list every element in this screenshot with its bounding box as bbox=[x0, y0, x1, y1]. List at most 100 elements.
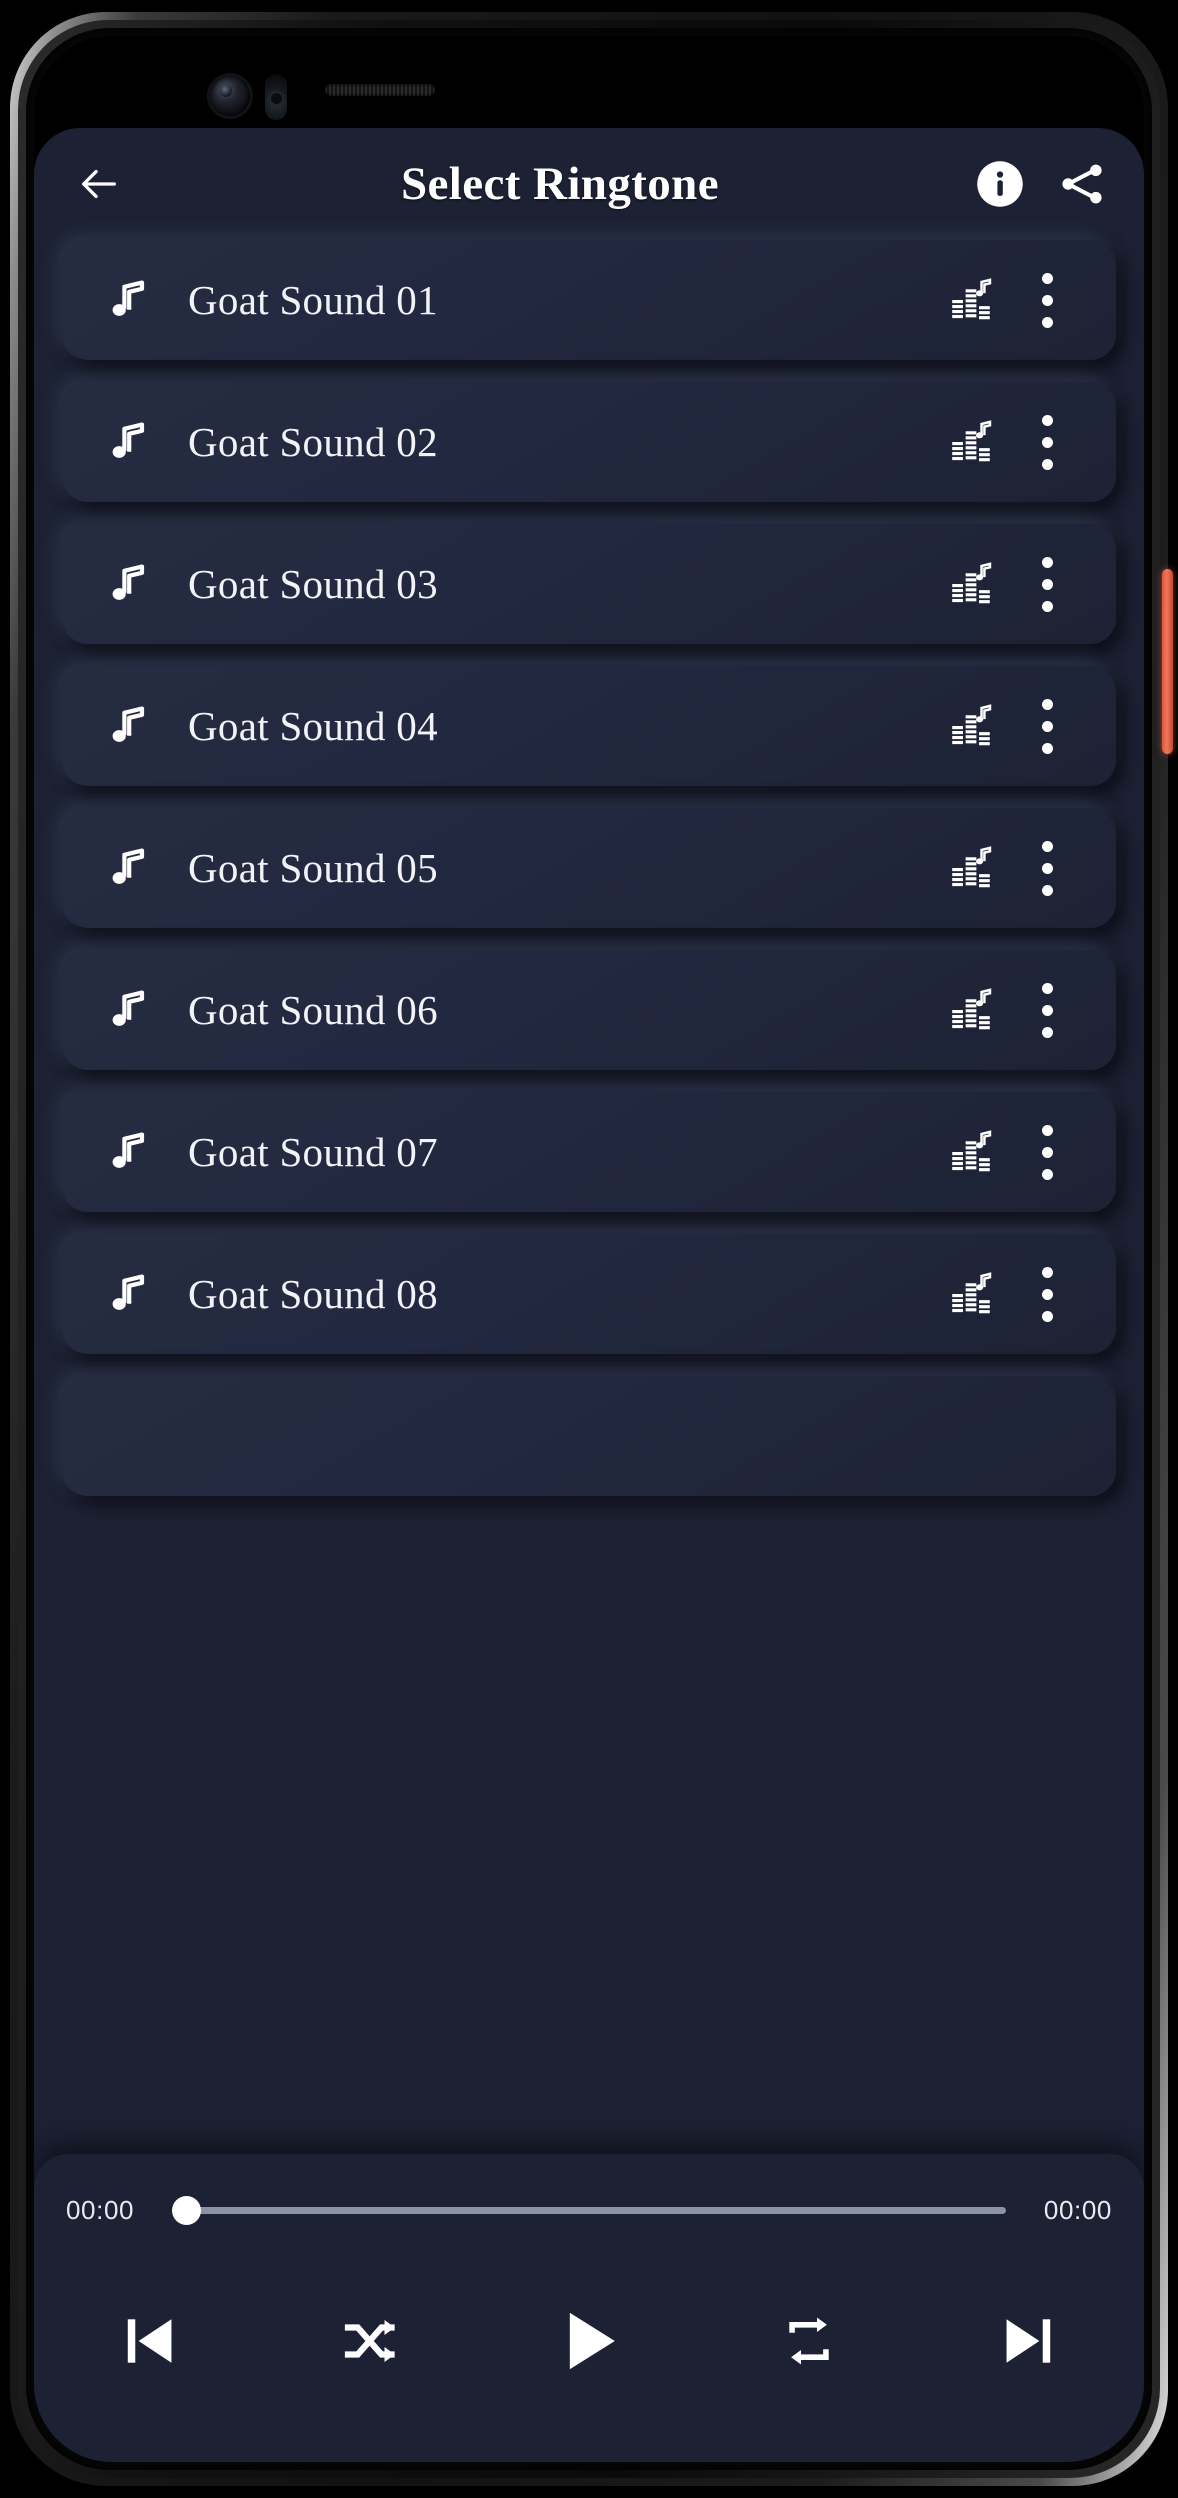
table-row[interactable]: Goat Sound 07 bbox=[62, 1092, 1116, 1212]
equalizer-button[interactable] bbox=[934, 1129, 1008, 1175]
equalizer-music-icon bbox=[952, 562, 992, 604]
music-note-cell bbox=[92, 1128, 164, 1176]
table-row[interactable] bbox=[62, 1376, 1116, 1496]
current-time-label: 00:00 bbox=[66, 2194, 135, 2225]
ringtone-title: Goat Sound 05 bbox=[188, 845, 438, 891]
row-overflow-menu-button[interactable] bbox=[1008, 1109, 1086, 1195]
table-row[interactable]: Goat Sound 01 bbox=[62, 240, 1116, 360]
more-vertical-icon bbox=[1041, 1168, 1053, 1180]
row-overflow-menu-button[interactable] bbox=[1008, 257, 1086, 343]
row-overflow-menu-button[interactable] bbox=[1008, 967, 1086, 1053]
equalizer-button[interactable] bbox=[934, 277, 1008, 323]
music-note-icon bbox=[112, 706, 145, 742]
more-vertical-icon bbox=[1041, 1310, 1053, 1322]
row-overflow-menu-button[interactable] bbox=[1008, 825, 1086, 911]
info-circle-icon bbox=[977, 161, 1023, 207]
music-note-icon bbox=[112, 990, 145, 1026]
ringtone-title: Goat Sound 08 bbox=[188, 1271, 438, 1317]
back-button[interactable] bbox=[68, 153, 130, 215]
row-overflow-menu-button[interactable] bbox=[1008, 1251, 1086, 1337]
equalizer-button[interactable] bbox=[934, 561, 1008, 607]
equalizer-button[interactable] bbox=[934, 1271, 1008, 1317]
skip-next-icon bbox=[1006, 2319, 1051, 2363]
more-vertical-icon bbox=[1041, 316, 1053, 328]
repeat-icon bbox=[788, 2317, 829, 2365]
music-note-icon bbox=[112, 1132, 145, 1168]
seek-track bbox=[172, 2206, 1006, 2214]
next-button[interactable] bbox=[970, 2283, 1086, 2399]
more-vertical-icon bbox=[1041, 862, 1053, 874]
more-vertical-icon bbox=[1041, 720, 1053, 732]
shuffle-icon bbox=[344, 2320, 395, 2362]
music-note-icon bbox=[112, 564, 145, 600]
ringtone-list: Goat Sound 01 Goat Sound 02 Goat Sound 0… bbox=[34, 240, 1144, 1496]
equalizer-music-icon bbox=[952, 420, 992, 462]
more-vertical-icon bbox=[1041, 414, 1053, 426]
more-vertical-icon bbox=[1041, 556, 1053, 568]
app-bar-actions bbox=[972, 156, 1110, 212]
table-row[interactable]: Goat Sound 04 bbox=[62, 666, 1116, 786]
ringtone-title: Goat Sound 04 bbox=[188, 703, 438, 749]
repeat-button[interactable] bbox=[751, 2283, 867, 2399]
more-vertical-icon bbox=[1041, 436, 1053, 448]
more-vertical-icon bbox=[1041, 578, 1053, 590]
music-note-cell bbox=[92, 986, 164, 1034]
equalizer-music-icon bbox=[952, 846, 992, 888]
equalizer-button[interactable] bbox=[934, 703, 1008, 749]
ringtone-title: Goat Sound 01 bbox=[188, 277, 438, 323]
music-note-cell bbox=[92, 418, 164, 466]
equalizer-button[interactable] bbox=[934, 419, 1008, 465]
row-overflow-menu-button[interactable] bbox=[1008, 399, 1086, 485]
more-vertical-icon bbox=[1041, 1004, 1053, 1016]
page-title: Select Ringtone bbox=[401, 158, 719, 210]
transport-controls bbox=[66, 2266, 1112, 2416]
more-vertical-icon bbox=[1041, 742, 1053, 754]
table-row[interactable]: Goat Sound 06 bbox=[62, 950, 1116, 1070]
share-button[interactable] bbox=[1054, 156, 1110, 212]
more-vertical-icon bbox=[1041, 982, 1053, 994]
shuffle-button[interactable] bbox=[312, 2283, 428, 2399]
row-overflow-menu-button[interactable] bbox=[1008, 683, 1086, 769]
phone-device: Select Ringtone Goat Sound 01 Goat Sound… bbox=[4, 4, 1174, 2494]
power-button[interactable] bbox=[1162, 569, 1173, 754]
row-overflow-menu-button[interactable] bbox=[1008, 541, 1086, 627]
previous-button[interactable] bbox=[92, 2283, 208, 2399]
light-sensor-icon bbox=[271, 93, 282, 104]
more-vertical-icon bbox=[1041, 1124, 1053, 1136]
music-note-cell bbox=[92, 702, 164, 750]
more-vertical-icon bbox=[1041, 272, 1053, 284]
music-note-icon bbox=[112, 280, 145, 316]
music-note-cell bbox=[92, 560, 164, 608]
table-row[interactable]: Goat Sound 03 bbox=[62, 524, 1116, 644]
front-camera-icon bbox=[210, 76, 250, 116]
more-vertical-icon bbox=[1041, 840, 1053, 852]
arrow-left-icon bbox=[82, 169, 116, 199]
more-vertical-icon bbox=[1041, 1026, 1053, 1038]
device-notch-area bbox=[34, 36, 1144, 128]
skip-previous-icon bbox=[127, 2319, 172, 2363]
info-button[interactable] bbox=[972, 156, 1028, 212]
table-row[interactable]: Goat Sound 02 bbox=[62, 382, 1116, 502]
equalizer-button[interactable] bbox=[934, 845, 1008, 891]
seek-thumb[interactable] bbox=[172, 2195, 201, 2225]
equalizer-button[interactable] bbox=[934, 987, 1008, 1033]
audio-player-bar: 00:00 00:00 bbox=[34, 2154, 1144, 2462]
ringtone-title: Goat Sound 07 bbox=[188, 1129, 438, 1175]
table-row[interactable]: Goat Sound 05 bbox=[62, 808, 1116, 928]
table-row[interactable]: Goat Sound 08 bbox=[62, 1234, 1116, 1354]
seek-slider[interactable] bbox=[172, 2190, 1006, 2230]
more-vertical-icon bbox=[1041, 884, 1053, 896]
play-icon bbox=[569, 2312, 615, 2370]
play-button[interactable] bbox=[531, 2283, 647, 2399]
music-note-cell bbox=[92, 276, 164, 324]
share-icon bbox=[1062, 164, 1102, 204]
equalizer-music-icon bbox=[952, 704, 992, 746]
earpiece-speaker-icon bbox=[325, 84, 435, 96]
equalizer-music-icon bbox=[952, 1130, 992, 1172]
music-note-icon bbox=[112, 848, 145, 884]
more-vertical-icon bbox=[1041, 294, 1053, 306]
front-camera-aperture-icon bbox=[220, 85, 232, 97]
more-vertical-icon bbox=[1041, 458, 1053, 470]
app-bar: Select Ringtone bbox=[34, 128, 1144, 240]
equalizer-music-icon bbox=[952, 988, 992, 1030]
